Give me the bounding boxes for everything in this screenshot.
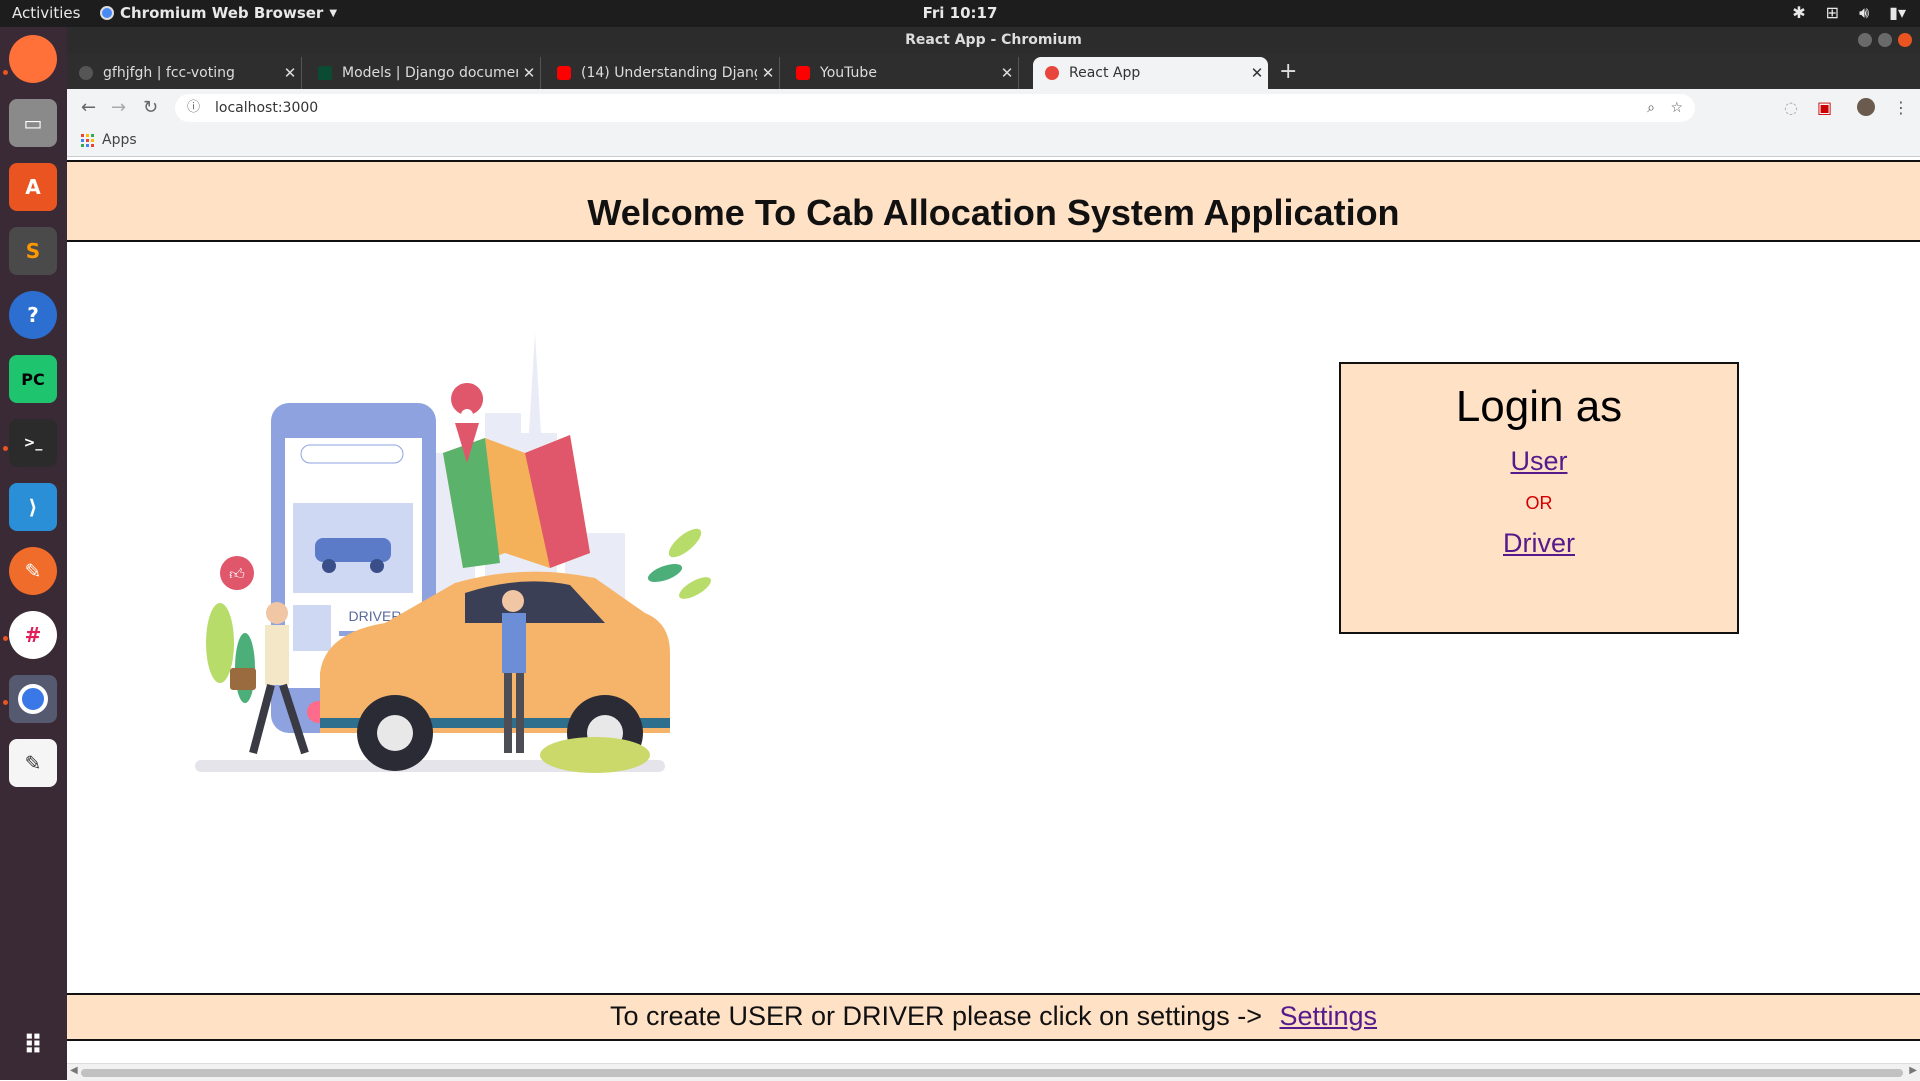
tab-label: gfhjfgh | fcc-voting: [103, 65, 235, 81]
volume-icon[interactable]: 🔊︎: [1859, 3, 1869, 23]
scroll-right-icon[interactable]: ▶: [1909, 1065, 1917, 1076]
settings-link[interactable]: Settings: [1279, 1001, 1377, 1031]
info-icon[interactable]: ⓘ: [187, 94, 200, 122]
youtube-icon: [796, 66, 810, 80]
tab-fcc-voting[interactable]: gfhjfgh | fcc-voting ✕: [67, 57, 302, 89]
or-separator: OR: [1525, 493, 1553, 513]
system-top-bar: Activities Chromium Web Browser ▼ Fri 10…: [0, 0, 1920, 27]
window-titlebar: React App - Chromium: [67, 27, 1920, 54]
tab-understanding-django[interactable]: (14) Understanding Djang ✕: [545, 57, 780, 89]
close-icon[interactable]: ✕: [757, 64, 779, 82]
running-indicator: [3, 636, 8, 641]
network-icon[interactable]: ⊞: [1826, 3, 1839, 23]
postman-icon[interactable]: ✎: [9, 547, 57, 595]
tab-strip: gfhjfgh | fcc-voting ✕ Models | Django d…: [67, 54, 1920, 89]
close-icon[interactable]: ✕: [518, 64, 540, 82]
driver-login-link[interactable]: Driver: [1341, 528, 1737, 559]
apps-label: Apps: [102, 132, 137, 148]
close-icon[interactable]: ✕: [279, 64, 301, 82]
close-window-icon[interactable]: [1898, 33, 1912, 47]
system-tray[interactable]: ✱ ⊞ 🔊︎ ▮▾: [1792, 3, 1906, 23]
login-panel: Login as User OR Driver: [1339, 362, 1739, 634]
tab-django-models[interactable]: Models | Django documen ✕: [306, 57, 541, 89]
extension-red-icon[interactable]: ▣: [1817, 98, 1832, 117]
footer-text: To create USER or DRIVER please click on…: [609, 1001, 1262, 1031]
minimize-icon[interactable]: [1858, 33, 1872, 47]
user-login-link[interactable]: User: [1341, 446, 1737, 477]
reload-icon[interactable]: ↻: [143, 97, 158, 118]
running-indicator: [3, 700, 8, 705]
tab-label: (14) Understanding Djang: [581, 65, 757, 81]
page-footer: To create USER or DRIVER please click on…: [67, 993, 1920, 1041]
software-center-icon[interactable]: A: [9, 163, 57, 211]
maximize-icon[interactable]: [1878, 33, 1892, 47]
url-text: localhost:3000: [215, 100, 319, 116]
slack-icon[interactable]: #: [9, 611, 57, 659]
running-indicator: [3, 446, 8, 451]
horizontal-scrollbar[interactable]: ◀ ▶: [67, 1063, 1920, 1081]
close-icon[interactable]: ✕: [996, 64, 1018, 82]
window-title: React App - Chromium: [905, 32, 1082, 48]
menu-icon[interactable]: ⋮: [1893, 98, 1909, 117]
favicon-icon: [1045, 66, 1059, 80]
browser-window: React App - Chromium gfhjfgh | fcc-votin…: [67, 27, 1920, 1081]
battery-icon[interactable]: ▮▾: [1889, 3, 1906, 23]
running-indicator: [3, 70, 8, 75]
login-title: Login as: [1455, 382, 1623, 431]
scrollbar-thumb[interactable]: [81, 1069, 1903, 1077]
page-header: Welcome To Cab Allocation System Applica…: [67, 160, 1920, 242]
vscode-icon[interactable]: ⟩: [9, 483, 57, 531]
web-page: Welcome To Cab Allocation System Applica…: [67, 158, 1920, 1063]
back-icon[interactable]: ←: [81, 97, 96, 118]
bookmark-star-icon[interactable]: ☆: [1670, 94, 1683, 122]
extension-icon[interactable]: ◌: [1784, 98, 1798, 117]
tab-label: YouTube: [820, 65, 877, 81]
dock: ▭ A S ? PC >_ ⟩ ✎ # ✎ ⠿: [0, 27, 67, 1080]
slack-tray-icon[interactable]: ✱: [1792, 3, 1805, 23]
page-title: Welcome To Cab Allocation System Applica…: [587, 192, 1400, 233]
text-editor-icon[interactable]: ✎: [9, 739, 57, 787]
forward-icon[interactable]: →: [111, 97, 126, 118]
terminal-icon[interactable]: >_: [9, 419, 57, 467]
show-apps-icon[interactable]: ⠿: [9, 1022, 57, 1070]
apps-shortcut[interactable]: Apps: [81, 132, 137, 148]
favicon-icon: [79, 66, 93, 80]
files-icon[interactable]: ▭: [9, 99, 57, 147]
close-icon[interactable]: ✕: [1246, 64, 1268, 82]
clock[interactable]: Fri 10:17: [0, 4, 1920, 22]
firefox-icon[interactable]: [9, 35, 57, 83]
scroll-left-icon[interactable]: ◀: [70, 1065, 78, 1076]
help-icon[interactable]: ?: [9, 291, 57, 339]
tab-label: React App: [1069, 65, 1141, 81]
youtube-icon: [557, 66, 571, 80]
tab-react-app[interactable]: React App ✕: [1033, 57, 1268, 89]
favicon-icon: [318, 66, 332, 80]
address-bar[interactable]: ⓘ localhost:3000 ⌕ ☆: [175, 94, 1695, 122]
zoom-icon[interactable]: ⌕: [1647, 94, 1655, 122]
chromium-dock-icon[interactable]: [9, 675, 57, 723]
svg-text:👍︎: 👍︎: [229, 565, 245, 583]
profile-avatar[interactable]: [1857, 98, 1875, 120]
apps-grid-icon: [81, 133, 94, 147]
tab-youtube[interactable]: YouTube ✕: [784, 57, 1019, 89]
cab-illustration: DRIVER OR 👍︎: [195, 333, 711, 773]
bookmarks-bar: Apps: [67, 127, 1920, 157]
tab-label: Models | Django documen: [342, 65, 518, 81]
pycharm-icon[interactable]: PC: [9, 355, 57, 403]
browser-toolbar: ← → ↻ ⓘ localhost:3000 ⌕ ☆ ◌ ▣ ⋮: [67, 89, 1920, 127]
sublime-text-icon[interactable]: S: [9, 227, 57, 275]
new-tab-button[interactable]: +: [1279, 59, 1297, 84]
